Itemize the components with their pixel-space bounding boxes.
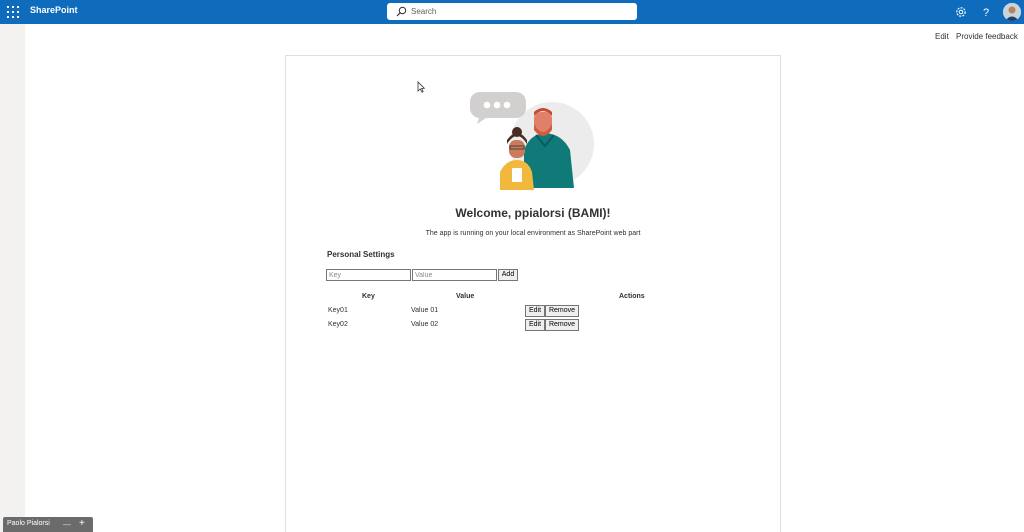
search-input[interactable] — [411, 5, 626, 18]
remove-row-button[interactable]: Remove — [545, 319, 579, 331]
add-button[interactable]: Add — [498, 269, 518, 281]
key-input[interactable] — [326, 269, 411, 281]
table-row-key: Key01 — [328, 307, 348, 314]
user-chip-label: Paolo Pialorsi — [7, 520, 50, 527]
welcome-heading: Welcome, ppialorsi (BAMI)! — [455, 206, 611, 220]
edit-command[interactable]: Edit — [935, 32, 949, 41]
plus-icon[interactable]: + — [79, 518, 85, 529]
edit-row-button[interactable]: Edit — [525, 305, 545, 317]
column-header-actions: Actions — [619, 293, 645, 300]
search-box[interactable] — [387, 3, 637, 20]
table-row-value: Value 01 — [411, 307, 439, 314]
search-icon — [396, 6, 407, 17]
personal-settings-title: Personal Settings — [327, 250, 395, 259]
table-row-key: Key02 — [328, 321, 348, 328]
app-brand[interactable]: SharePoint — [30, 5, 78, 15]
settings-gear-icon[interactable] — [954, 5, 968, 19]
column-header-value: Value — [456, 293, 475, 300]
provide-feedback-command[interactable]: Provide feedback — [956, 32, 1018, 41]
value-input[interactable] — [412, 269, 497, 281]
environment-message: The app is running on your local environ… — [425, 230, 641, 237]
waffle-icon[interactable] — [7, 6, 19, 18]
column-header-key: Key — [362, 293, 375, 300]
welcome-illustration-icon — [470, 92, 594, 190]
remove-row-button[interactable]: Remove — [545, 305, 579, 317]
mouse-cursor-icon — [417, 81, 425, 93]
edit-row-button[interactable]: Edit — [525, 319, 545, 331]
user-chip[interactable]: Paolo Pialorsi — + — [3, 517, 93, 532]
svg-text:?: ? — [983, 7, 989, 19]
help-icon[interactable]: ? — [979, 5, 993, 19]
left-rail — [0, 24, 25, 532]
minimize-icon[interactable]: — — [63, 520, 71, 529]
suite-bar: SharePoint ? — [0, 0, 1024, 24]
avatar[interactable] — [1003, 3, 1021, 21]
table-row-value: Value 02 — [411, 321, 439, 328]
